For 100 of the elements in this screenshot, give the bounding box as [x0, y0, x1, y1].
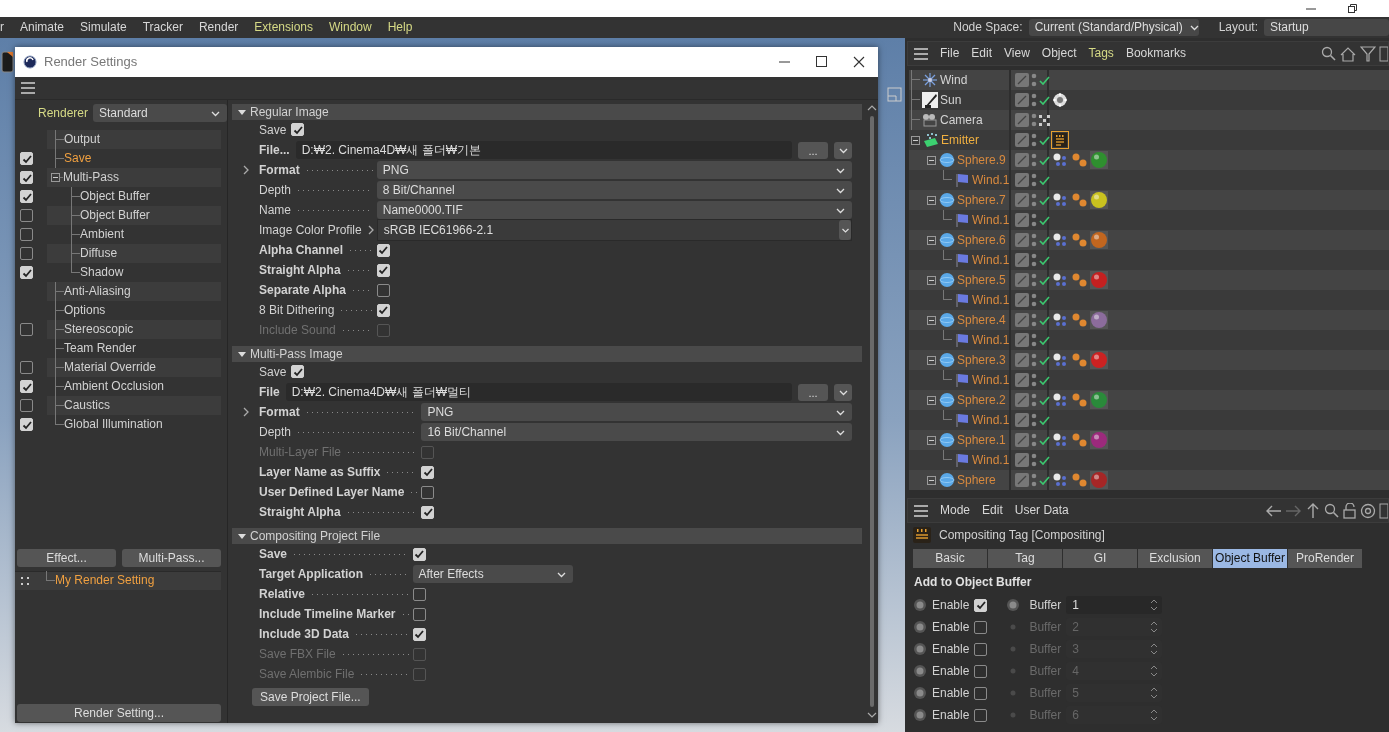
- tree-item[interactable]: Ambient: [80, 227, 125, 242]
- search-icon[interactable]: [1324, 503, 1339, 518]
- home-icon[interactable]: [1339, 45, 1357, 62]
- layer-box-icon[interactable]: [1015, 413, 1029, 427]
- menu-item[interactable]: Animate: [12, 20, 73, 35]
- dots-icon[interactable]: [1031, 133, 1037, 147]
- menu-item[interactable]: Simulate: [72, 20, 135, 35]
- checkbox[interactable]: [376, 263, 390, 277]
- dots-tag-icon[interactable]: [1052, 352, 1068, 368]
- material-tag-icon[interactable]: [1090, 351, 1108, 369]
- object-name[interactable]: Sphere.9: [957, 152, 1006, 168]
- menu-item[interactable]: User Data: [1002, 503, 1069, 518]
- tree-item[interactable]: Ambient Occlusion: [64, 379, 165, 394]
- check-icon[interactable]: [1039, 314, 1050, 326]
- dots-icon[interactable]: [1031, 153, 1037, 167]
- checkbox[interactable]: [20, 247, 33, 260]
- checkbox[interactable]: [974, 664, 988, 678]
- menu-item[interactable]: Tracker: [134, 20, 191, 35]
- dots-icon[interactable]: [1031, 373, 1037, 387]
- check-icon[interactable]: [1039, 334, 1050, 346]
- color-profile-field[interactable]: sRGB IEC61966-2.1: [376, 219, 852, 241]
- check-icon[interactable]: [1039, 374, 1050, 386]
- tree-item[interactable]: Save: [64, 151, 92, 166]
- material-tag-icon[interactable]: [1090, 311, 1108, 329]
- layer-box-icon[interactable]: [1015, 253, 1029, 267]
- checkbox[interactable]: [421, 505, 435, 519]
- menu-item[interactable]: r: [0, 20, 12, 35]
- tree-item[interactable]: Team Render: [64, 341, 137, 356]
- object-name[interactable]: Wind.1: [972, 292, 1010, 308]
- dots-icon[interactable]: [1031, 73, 1037, 87]
- dots-icon[interactable]: [1031, 273, 1037, 287]
- layer-box-icon[interactable]: [1015, 173, 1029, 187]
- tab[interactable]: Object Buffer: [1213, 549, 1287, 568]
- checkbox[interactable]: [291, 123, 305, 137]
- search-icon[interactable]: [1321, 46, 1336, 61]
- balls-tag-icon[interactable]: [1071, 352, 1087, 368]
- dots-icon[interactable]: [1031, 213, 1037, 227]
- dots-icon[interactable]: [1031, 473, 1037, 487]
- balls-tag-icon[interactable]: [1071, 152, 1087, 168]
- dots-tag-icon[interactable]: [1052, 272, 1068, 288]
- dropdown[interactable]: After Effects: [412, 565, 573, 583]
- checkbox[interactable]: [974, 708, 988, 722]
- effect-button[interactable]: Effect...: [17, 548, 116, 567]
- layer-box-icon[interactable]: [1015, 213, 1029, 227]
- node-space-dropdown[interactable]: Current (Standard/Physical): [1028, 19, 1199, 36]
- dots-icon[interactable]: [1031, 113, 1037, 127]
- spinner-icon[interactable]: [1150, 599, 1159, 612]
- checkbox[interactable]: [20, 380, 33, 393]
- object-name[interactable]: Wind.1: [972, 372, 1010, 388]
- tab[interactable]: GI: [1063, 549, 1137, 568]
- dots-icon[interactable]: [1031, 233, 1037, 247]
- check-icon[interactable]: [1039, 94, 1050, 106]
- check-icon[interactable]: [1039, 214, 1050, 226]
- layer-box-icon[interactable]: [1015, 353, 1029, 367]
- checkbox[interactable]: [412, 627, 426, 641]
- material-tag-icon[interactable]: [1090, 391, 1108, 409]
- layer-box-icon[interactable]: [1015, 333, 1029, 347]
- menu-item[interactable]: Edit: [970, 503, 1003, 518]
- balls-tag-icon[interactable]: [1071, 472, 1087, 488]
- object-name[interactable]: Sphere.4: [957, 312, 1006, 328]
- checkbox[interactable]: [20, 171, 33, 184]
- balls-tag-icon[interactable]: [1071, 432, 1087, 448]
- layer-box-icon[interactable]: [1015, 313, 1029, 327]
- dots-icon[interactable]: [1031, 253, 1037, 267]
- check-icon[interactable]: [1039, 434, 1050, 446]
- material-tag-icon[interactable]: [1090, 231, 1108, 249]
- object-name[interactable]: Sphere.5: [957, 272, 1006, 288]
- object-name[interactable]: Sun: [940, 92, 962, 108]
- tree-item[interactable]: Global Illumination: [64, 417, 163, 432]
- balls-tag-icon[interactable]: [1071, 192, 1087, 208]
- layer-box-icon[interactable]: [1015, 293, 1029, 307]
- layer-box-icon[interactable]: [1015, 373, 1029, 387]
- tree-item[interactable]: Shadow: [80, 265, 124, 280]
- menu-icon[interactable]: [914, 46, 928, 61]
- tab[interactable]: Basic: [913, 549, 987, 568]
- lock-icon[interactable]: [1342, 502, 1357, 519]
- check-icon[interactable]: [1039, 454, 1050, 466]
- material-tag-icon[interactable]: [1090, 151, 1108, 169]
- material-tag-icon[interactable]: [1090, 271, 1108, 289]
- material-tag-icon[interactable]: [1090, 191, 1108, 209]
- check-icon[interactable]: [1039, 394, 1050, 406]
- dots-icon[interactable]: [1031, 93, 1037, 107]
- section-header[interactable]: Regular Image: [232, 104, 862, 120]
- dots-icon[interactable]: [1031, 413, 1037, 427]
- material-tag-icon[interactable]: [1090, 471, 1108, 489]
- tree-item[interactable]: Object Buffer: [80, 189, 150, 204]
- layer-box-icon[interactable]: [1015, 433, 1029, 447]
- check-icon[interactable]: [1039, 194, 1050, 206]
- keyframe-icon[interactable]: [913, 664, 927, 679]
- object-name[interactable]: Sphere.1: [957, 432, 1006, 448]
- dots-icon[interactable]: [1031, 193, 1037, 207]
- dots-icon[interactable]: [1031, 353, 1037, 367]
- checkbox[interactable]: [412, 547, 426, 561]
- check-icon[interactable]: [1039, 174, 1050, 186]
- object-name[interactable]: Sphere.2: [957, 392, 1006, 408]
- tab[interactable]: ProRender: [1288, 549, 1362, 568]
- check-icon[interactable]: [1039, 414, 1050, 426]
- menu-item[interactable]: Help: [379, 20, 421, 35]
- layer-box-icon[interactable]: [1015, 133, 1029, 147]
- check-icon[interactable]: [1039, 74, 1050, 86]
